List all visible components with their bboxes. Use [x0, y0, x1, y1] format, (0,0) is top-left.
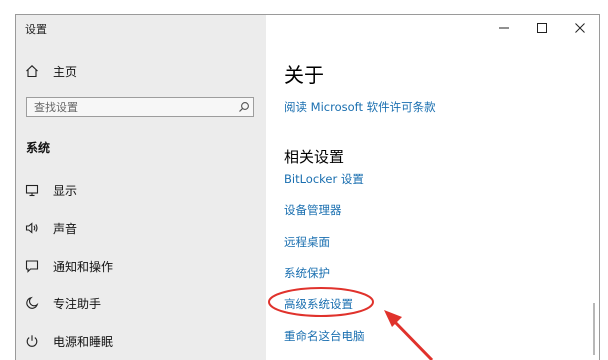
sidebar-item-label: 通知和操作: [53, 259, 114, 274]
sidebar-item-label: 专注助手: [53, 296, 102, 311]
sidebar-item-display[interactable]: 显示: [25, 179, 255, 201]
search-input[interactable]: [27, 98, 235, 116]
window-controls: [485, 15, 599, 41]
sidebar-item-focus-assist[interactable]: 专注助手: [25, 292, 255, 314]
minimize-button[interactable]: [485, 15, 523, 41]
bitlocker-settings-link[interactable]: BitLocker 设置: [284, 171, 364, 187]
sidebar-item-label: 电源和睡眠: [53, 334, 114, 349]
notification-icon: [25, 258, 43, 274]
remote-desktop-link[interactable]: 远程桌面: [284, 234, 330, 250]
scrollbar[interactable]: [593, 303, 595, 355]
sidebar: 设置 主页 系统 显示 声音: [16, 15, 266, 360]
sidebar-item-label: 显示: [53, 183, 78, 198]
sidebar-item-label: 声音: [53, 221, 78, 236]
license-terms-link[interactable]: 阅读 Microsoft 软件许可条款: [284, 99, 436, 115]
sidebar-item-sound[interactable]: 声音: [25, 217, 255, 239]
sidebar-item-label: 主页: [53, 64, 78, 79]
monitor-icon: [25, 182, 43, 198]
search-icon[interactable]: [235, 101, 253, 113]
moon-icon: [25, 295, 43, 311]
related-settings-heading: 相关设置: [284, 148, 345, 166]
sidebar-item-power-sleep[interactable]: 电源和睡眠: [25, 330, 255, 352]
main-content: 关于 阅读 Microsoft 软件许可条款 相关设置 BitLocker 设置…: [266, 15, 599, 360]
section-label: 系统: [26, 141, 51, 155]
maximize-button[interactable]: [523, 15, 561, 41]
power-icon: [25, 333, 43, 349]
sidebar-item-notifications[interactable]: 通知和操作: [25, 255, 255, 277]
device-manager-link[interactable]: 设备管理器: [284, 202, 342, 218]
system-protection-link[interactable]: 系统保护: [284, 265, 330, 281]
advanced-system-settings-link[interactable]: 高级系统设置: [284, 296, 353, 312]
settings-window: 设置 主页 系统 显示 声音: [15, 14, 600, 360]
window-title: 设置: [25, 23, 47, 36]
close-button[interactable]: [561, 15, 599, 41]
sidebar-item-home[interactable]: 主页: [25, 60, 255, 82]
home-icon: [25, 63, 43, 79]
speaker-icon: [25, 220, 43, 236]
search-box[interactable]: [26, 97, 254, 117]
rename-pc-link[interactable]: 重命名这台电脑: [284, 328, 365, 344]
page-title: 关于: [284, 63, 324, 87]
